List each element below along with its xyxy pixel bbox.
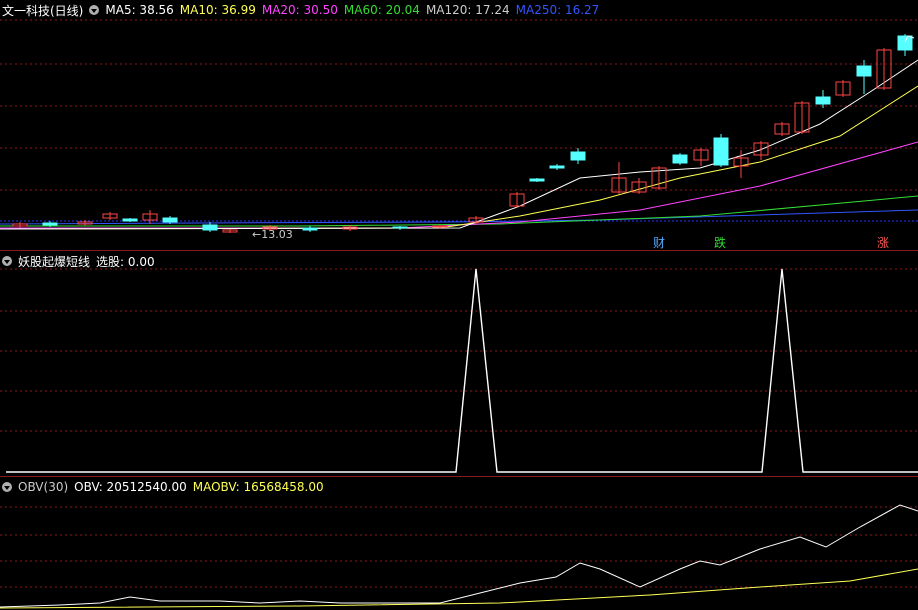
event-tag-die[interactable]: 跌 <box>712 234 728 251</box>
ma20-label: MA20: 30.50 <box>261 3 338 17</box>
maobv-value: MAOBV: 16568458.00 <box>192 480 324 494</box>
indicator-title: 妖股起爆短线 <box>18 254 91 269</box>
candle-body-24 <box>713 137 729 166</box>
price-legend-toggle-icon[interactable] <box>89 5 100 15</box>
candle-body-31 <box>856 65 872 77</box>
signal-line <box>6 268 918 473</box>
obv-panel[interactable]: OBV(30) OBV: 20512540.00 MAOBV: 16568458… <box>0 477 918 610</box>
ma120-label: MA120: 17.24 <box>425 3 510 17</box>
ma250-line <box>0 209 918 225</box>
obv-chart <box>0 504 918 609</box>
ma250-label: MA250: 16.27 <box>515 3 600 17</box>
candle-body-7 <box>202 224 218 231</box>
candle-body-17 <box>549 165 565 169</box>
obv-legend-toggle-icon[interactable] <box>2 482 12 492</box>
candle-body-12 <box>392 226 408 229</box>
ma10-label: MA10: 36.99 <box>179 3 256 17</box>
indicator-value: 选股: 0.00 <box>96 254 155 269</box>
obv-legend: OBV(30) OBV: 20512540.00 MAOBV: 16568458… <box>2 479 324 495</box>
indicator-legend-toggle-icon[interactable] <box>2 256 12 266</box>
candle-body-4 <box>122 218 138 222</box>
indicator-legend: 妖股起爆短线 选股: 0.00 <box>2 253 155 269</box>
maobv-line <box>0 568 918 609</box>
event-tag-zhang[interactable]: 涨 <box>875 234 891 251</box>
candle-body-29 <box>815 96 831 105</box>
obv-title: OBV(30) <box>18 480 69 494</box>
obv-line <box>0 504 918 608</box>
candle-body-16 <box>529 178 545 182</box>
event-tag-cai[interactable]: 财 <box>651 234 667 251</box>
price-legend: 文一科技(日线) MA5: 38.56 MA10: 36.99 MA20: 30… <box>2 2 599 18</box>
stock-title: 文一科技(日线) <box>2 3 84 18</box>
candle-body-33 <box>897 35 913 51</box>
obv-value: OBV: 20512540.00 <box>74 480 187 494</box>
ma5-line <box>0 59 918 230</box>
candle-body-18 <box>570 151 586 161</box>
indicator-panel[interactable]: 妖股起爆短线 选股: 0.00 <box>0 251 918 476</box>
price-panel[interactable]: 文一科技(日线) MA5: 38.56 MA10: 36.99 MA20: 30… <box>0 0 918 250</box>
candle-body-6 <box>162 217 178 223</box>
indicator-chart <box>0 268 918 473</box>
ma5-label: MA5: 38.56 <box>105 3 174 17</box>
candle-body-1 <box>42 222 58 226</box>
ma10-line <box>0 85 918 230</box>
candle-body-13 <box>432 225 448 228</box>
candle-body-22 <box>672 154 688 164</box>
ma60-label: MA60: 20.04 <box>343 3 420 17</box>
low-price-label: ←13.03 <box>252 228 293 241</box>
candle-body-10 <box>302 227 318 231</box>
price-chart <box>0 19 918 233</box>
